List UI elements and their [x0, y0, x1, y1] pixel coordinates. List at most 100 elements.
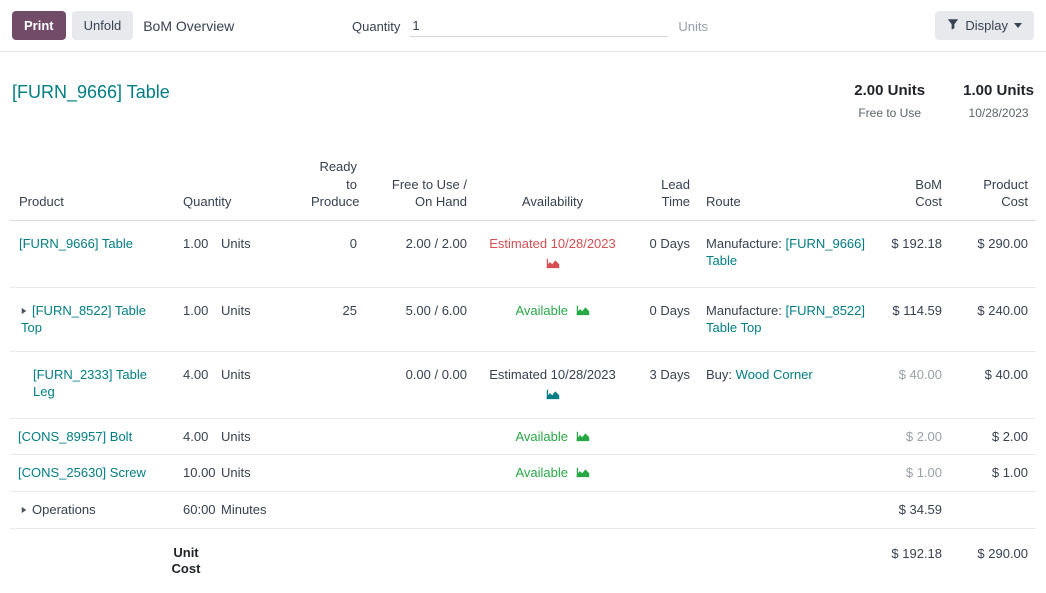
route-cell: [698, 455, 878, 492]
bom-cost-cell: $ 2.00: [878, 418, 950, 455]
qty-cell: 4.00: [175, 351, 213, 418]
lead-time-cell: 0 Days: [630, 287, 698, 351]
display-dropdown-button[interactable]: Display: [935, 11, 1034, 40]
route-prefix: Manufacture:: [706, 236, 782, 251]
quantity-unit-label: Units: [678, 19, 708, 34]
availability-cell: [475, 492, 630, 529]
lead-time-cell: 0 Days: [630, 220, 698, 287]
free-on-hand-cell: 2.00 / 2.00: [365, 220, 475, 287]
qty-cell: 10.00: [175, 455, 213, 492]
product-link[interactable]: [CONS_89957] Bolt: [18, 429, 132, 444]
col-header-free-on-hand: Free to Use / On Hand: [365, 152, 475, 220]
col-header-quantity: Quantity: [175, 152, 303, 220]
route-cell: [698, 492, 878, 529]
free-on-hand-cell: [365, 455, 475, 492]
area-chart-icon[interactable]: [576, 464, 590, 482]
stat-caption: Free to Use: [854, 106, 925, 120]
route-link[interactable]: Wood Corner: [736, 367, 813, 382]
availability-text: Estimated 10/28/2023: [489, 367, 615, 382]
table-footer-row: Unit Cost $ 192.18 $ 290.00: [10, 528, 1036, 593]
availability-cell: Available: [515, 303, 589, 318]
toolbar: Print Unfold BoM Overview Quantity Units…: [0, 0, 1046, 52]
product-cost-cell: $ 290.00: [950, 220, 1036, 287]
uom-cell: Units: [213, 220, 303, 287]
stat-value: 2.00 Units: [854, 82, 925, 99]
caret-down-icon: [1014, 23, 1022, 28]
lead-time-cell: [630, 418, 698, 455]
uom-cell: Minutes: [213, 492, 303, 529]
availability-cell: Available: [515, 429, 589, 444]
expand-caret-icon[interactable]: [21, 302, 27, 320]
ready-cell: [303, 351, 365, 418]
qty-cell: 4.00: [175, 418, 213, 455]
table-row: [CONS_25630] Screw 10.00 Units Available…: [10, 455, 1036, 492]
col-header-route: Route: [698, 152, 878, 220]
stat-value: 1.00 Units: [963, 82, 1034, 99]
col-header-product: Product: [10, 152, 175, 220]
table-row: [FURN_2333] Table Leg 4.00 Units 0.00 / …: [10, 351, 1036, 418]
col-header-product-cost: Product Cost: [950, 152, 1036, 220]
quantity-group: Quantity Units: [352, 0, 708, 52]
expand-caret-icon[interactable]: [21, 501, 27, 519]
availability-text: Estimated 10/28/2023: [489, 236, 615, 251]
bom-cost-cell: $ 40.00: [878, 351, 950, 418]
product-cost-cell: $ 40.00: [950, 351, 1036, 418]
table-row: [CONS_89957] Bolt 4.00 Units Available $…: [10, 418, 1036, 455]
bom-cost-cell: $ 1.00: [878, 455, 950, 492]
quantity-label: Quantity: [352, 19, 400, 34]
uom-cell: Units: [213, 418, 303, 455]
footer-bom-cost: $ 192.18: [878, 528, 950, 593]
availability-cell: Estimated 10/28/2023: [483, 366, 622, 404]
ready-cell: [303, 492, 365, 529]
uom-cell: Units: [213, 287, 303, 351]
lead-time-cell: [630, 455, 698, 492]
free-on-hand-cell: [365, 418, 475, 455]
bom-cost-cell: $ 192.18: [878, 220, 950, 287]
summary-stats: 2.00 Units Free to Use 1.00 Units 10/28/…: [854, 82, 1034, 120]
product-link[interactable]: [CONS_25630] Screw: [18, 465, 146, 480]
product-cost-cell: [950, 492, 1036, 529]
area-chart-icon[interactable]: [576, 302, 590, 320]
availability-cell: Available: [515, 465, 589, 480]
stat-free-to-use: 2.00 Units Free to Use: [854, 82, 925, 120]
stat-caption: 10/28/2023: [963, 106, 1034, 120]
availability-cell: Estimated 10/28/2023: [483, 235, 622, 273]
free-on-hand-cell: 0.00 / 0.00: [365, 351, 475, 418]
area-chart-icon[interactable]: [576, 428, 590, 446]
col-header-bom-cost: BoM Cost: [878, 152, 950, 220]
lead-time-cell: 3 Days: [630, 351, 698, 418]
bom-table: Product Quantity Ready to Produce Free t…: [10, 152, 1036, 593]
ready-cell: [303, 418, 365, 455]
product-link[interactable]: [FURN_2333] Table Leg: [33, 367, 147, 400]
free-on-hand-cell: 5.00 / 6.00: [365, 287, 475, 351]
print-button[interactable]: Print: [12, 11, 66, 40]
unfold-button[interactable]: Unfold: [72, 11, 134, 40]
product-link[interactable]: [FURN_8522] Table Top: [21, 303, 146, 336]
col-header-ready: Ready to Produce: [303, 152, 365, 220]
product-link[interactable]: [FURN_9666] Table: [19, 236, 133, 251]
unit-cost-label: Unit Cost: [167, 545, 205, 578]
route-prefix: Manufacture:: [706, 303, 782, 318]
operations-label: Operations: [32, 502, 96, 517]
area-chart-icon[interactable]: [546, 255, 560, 273]
qty-cell: 1.00: [175, 220, 213, 287]
bom-cost-cell: $ 34.59: [878, 492, 950, 529]
area-chart-icon[interactable]: [546, 386, 560, 404]
table-row: [FURN_9666] Table 1.00 Units 0 2.00 / 2.…: [10, 220, 1036, 287]
product-cost-cell: $ 2.00: [950, 418, 1036, 455]
qty-cell: 60:00: [175, 492, 213, 529]
route-prefix: Buy:: [706, 367, 732, 382]
route-cell: Buy: Wood Corner: [698, 351, 878, 418]
display-label: Display: [965, 18, 1008, 33]
summary-section: [FURN_9666] Table 2.00 Units Free to Use…: [0, 52, 1046, 120]
product-cost-cell: $ 1.00: [950, 455, 1036, 492]
uom-cell: Units: [213, 455, 303, 492]
filter-icon: [947, 18, 959, 33]
quantity-input[interactable]: [410, 16, 668, 37]
route-cell: Manufacture: [FURN_8522] Table Top: [698, 287, 878, 351]
col-header-availability: Availability: [475, 152, 630, 220]
route-cell: [698, 418, 878, 455]
ready-cell: [303, 455, 365, 492]
page-title: BoM Overview: [143, 18, 234, 34]
table-row: Operations 60:00 Minutes $ 34.59: [10, 492, 1036, 529]
